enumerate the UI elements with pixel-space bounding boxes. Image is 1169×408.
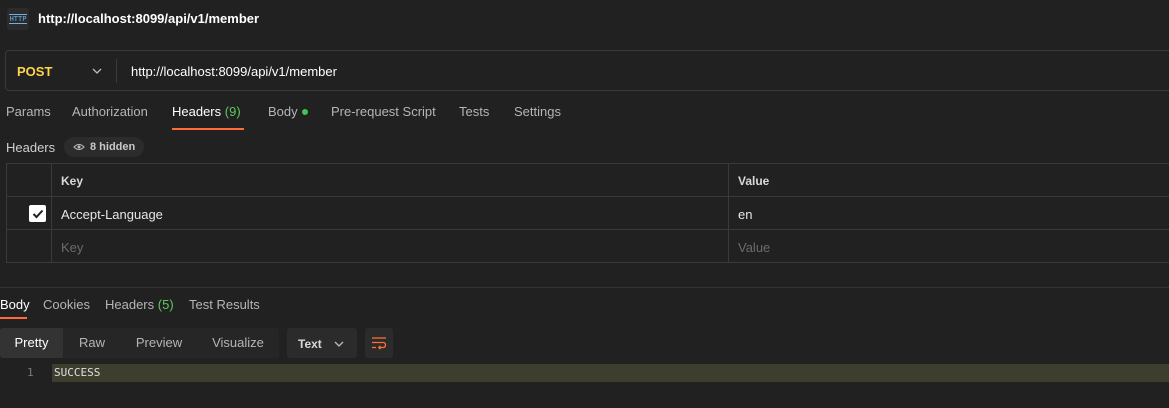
new-key-input[interactable]: Key — [61, 240, 83, 255]
eye-icon — [73, 144, 85, 150]
hidden-count: 8 hidden — [90, 141, 136, 153]
http-icon: HTTP — [7, 8, 29, 30]
table-row-new: Key Value — [7, 230, 1169, 263]
headers-section-label: Headers — [6, 140, 56, 155]
tab-label: Pre-request Script — [331, 104, 436, 119]
headers-table: Key Value Accept-Language en Key Value — [6, 163, 1169, 263]
new-value-input[interactable]: Value — [738, 240, 770, 255]
tab-label: Cookies — [43, 297, 90, 312]
view-pretty-button[interactable]: Pretty — [0, 328, 63, 358]
key-column-header: Key — [61, 174, 84, 188]
tab-label: Settings — [514, 104, 561, 119]
tab-settings[interactable]: Settings — [514, 104, 561, 119]
view-raw-button[interactable]: Raw — [63, 328, 121, 358]
headers-count: (9) — [224, 104, 241, 119]
title-bar: HTTP http://localhost:8099/api/v1/member — [0, 0, 1169, 38]
url-bar: POST http://localhost:8099/api/v1/member — [5, 50, 1169, 91]
tab-label: Body — [0, 297, 30, 312]
chevron-down-icon — [334, 341, 344, 347]
method-select[interactable]: POST — [17, 64, 52, 79]
response-tab-test-results[interactable]: Test Results — [189, 297, 260, 312]
tab-label: Headers — [105, 297, 155, 312]
response-tab-body[interactable]: Body — [0, 297, 30, 312]
header-key-cell[interactable]: Accept-Language — [61, 207, 163, 222]
tab-headers[interactable]: Headers (9) — [172, 104, 241, 119]
http-icon-text: HTTP — [8, 14, 28, 24]
tab-label: Test Results — [189, 297, 260, 312]
response-code-line: 1 SUCCESS — [0, 364, 1169, 382]
response-divider[interactable] — [0, 287, 1169, 288]
response-tab-headers[interactable]: Headers (5) — [105, 297, 174, 312]
line-number: 1 — [27, 366, 34, 379]
value-column-header: Value — [738, 174, 770, 188]
format-select[interactable]: Text — [287, 328, 357, 358]
view-visualize-button[interactable]: Visualize — [197, 328, 279, 358]
response-tab-cookies[interactable]: Cookies — [43, 297, 90, 312]
header-enabled-checkbox[interactable] — [29, 205, 46, 222]
check-icon — [32, 209, 43, 218]
response-headers-count: (5) — [157, 297, 174, 312]
chevron-down-icon[interactable] — [91, 65, 103, 77]
hidden-headers-toggle[interactable]: 8 hidden — [64, 137, 145, 157]
view-mode-group: Pretty Raw Preview Visualize — [0, 328, 279, 358]
wrap-lines-button[interactable] — [365, 328, 393, 358]
tab-pre-request-script[interactable]: Pre-request Script — [331, 104, 436, 119]
body-indicator-dot — [301, 108, 308, 115]
tab-authorization[interactable]: Authorization — [72, 104, 148, 119]
request-title[interactable]: http://localhost:8099/api/v1/member — [38, 11, 259, 26]
url-divider — [116, 59, 117, 83]
tab-label: Body — [268, 104, 298, 119]
table-header-row: Key Value — [7, 164, 1169, 197]
tab-tests[interactable]: Tests — [459, 104, 489, 119]
tab-label: Tests — [459, 104, 490, 119]
response-tab-underline — [0, 317, 27, 319]
tab-label: Authorization — [72, 104, 148, 119]
active-tab-underline — [172, 128, 244, 130]
wrap-lines-icon — [372, 337, 387, 350]
line-highlight — [52, 364, 1169, 382]
table-row: Accept-Language en — [7, 197, 1169, 230]
url-input[interactable]: http://localhost:8099/api/v1/member — [131, 64, 337, 79]
tab-label: Params — [6, 104, 51, 119]
header-value-cell[interactable]: en — [738, 207, 752, 222]
response-text[interactable]: SUCCESS — [54, 366, 100, 379]
tab-label: Headers — [172, 104, 222, 119]
tab-body[interactable]: Body — [268, 104, 308, 119]
format-select-value: Text — [298, 337, 322, 351]
tab-params[interactable]: Params — [6, 104, 51, 119]
view-preview-button[interactable]: Preview — [121, 328, 197, 358]
